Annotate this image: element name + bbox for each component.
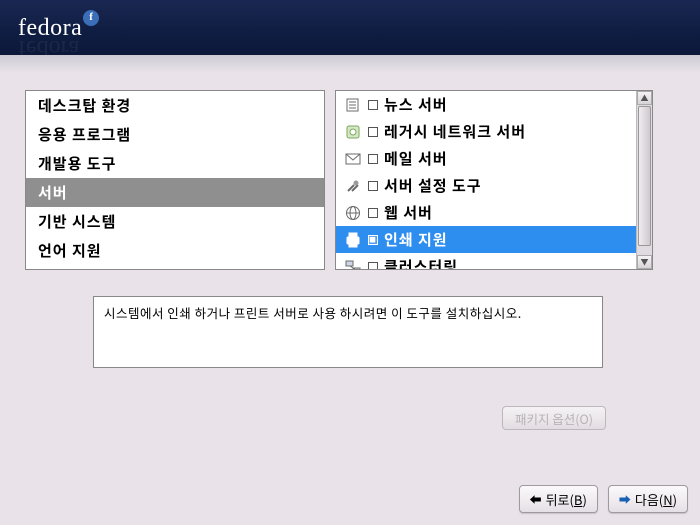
category-item[interactable]: 언어 지원	[26, 236, 324, 265]
printer-icon	[344, 231, 362, 249]
package-item[interactable]: 인쇄 지원	[336, 226, 636, 253]
cluster-icon	[344, 258, 362, 270]
web-icon	[344, 204, 362, 222]
category-list: 데스크탑 환경응용 프로그램개발용 도구서버기반 시스템언어 지원	[25, 90, 325, 270]
legacy-net-icon	[344, 123, 362, 141]
package-checkbox[interactable]	[368, 154, 378, 164]
package-label: 인쇄 지원	[384, 229, 448, 250]
package-item[interactable]: 클러스터링	[336, 253, 636, 269]
package-item[interactable]: 웹 서버	[336, 199, 636, 226]
package-checkbox[interactable]	[368, 127, 378, 137]
description-box: 시스템에서 인쇄 하거나 프린트 서버로 사용 하시려면 이 도구를 설치하십시…	[93, 296, 603, 368]
news-icon	[344, 96, 362, 114]
category-item[interactable]: 서버	[26, 178, 324, 207]
mail-icon	[344, 150, 362, 168]
package-item[interactable]: 뉴스 서버	[336, 91, 636, 118]
fedora-logo-reflection: fedora	[18, 34, 79, 61]
category-item[interactable]: 데스크탑 환경	[26, 91, 324, 120]
scrollbar-thumb[interactable]	[638, 106, 651, 246]
package-list: 뉴스 서버레거시 네트워크 서버메일 서버서버 설정 도구웹 서버인쇄 지원클러…	[335, 90, 653, 270]
category-item[interactable]: 기반 시스템	[26, 207, 324, 236]
back-button[interactable]: ⬅ 뒤로(B)	[519, 485, 598, 513]
package-item[interactable]: 레거시 네트워크 서버	[336, 118, 636, 145]
package-label: 클러스터링	[384, 256, 458, 269]
package-checkbox[interactable]	[368, 262, 378, 270]
package-item[interactable]: 서버 설정 도구	[336, 172, 636, 199]
scroll-up-button[interactable]: ▲	[637, 91, 652, 105]
package-label: 레거시 네트워크 서버	[384, 121, 526, 142]
package-options-button: 패키지 옵션(O)	[502, 406, 606, 430]
package-checkbox[interactable]	[368, 181, 378, 191]
package-item[interactable]: 메일 서버	[336, 145, 636, 172]
package-checkbox[interactable]	[368, 235, 378, 245]
arrow-left-icon: ⬅	[530, 491, 542, 508]
description-text: 시스템에서 인쇄 하거나 프린트 서버로 사용 하시려면 이 도구를 설치하십시…	[104, 303, 522, 322]
category-item[interactable]: 개발용 도구	[26, 149, 324, 178]
package-label: 메일 서버	[384, 148, 448, 169]
package-checkbox[interactable]	[368, 100, 378, 110]
package-label: 뉴스 서버	[384, 94, 448, 115]
next-button[interactable]: ➡ 다음(N)	[608, 485, 688, 513]
package-scrollbar[interactable]: ▲ ▼	[636, 91, 652, 269]
scroll-down-button[interactable]: ▼	[637, 255, 652, 269]
package-label: 웹 서버	[384, 202, 433, 223]
package-label: 서버 설정 도구	[384, 175, 482, 196]
package-checkbox[interactable]	[368, 208, 378, 218]
category-item[interactable]: 응용 프로그램	[26, 120, 324, 149]
arrow-right-icon: ➡	[619, 491, 631, 508]
config-icon	[344, 177, 362, 195]
fedora-bubble-icon: f	[83, 10, 99, 26]
header-banner: fedoraf fedora	[0, 0, 700, 55]
